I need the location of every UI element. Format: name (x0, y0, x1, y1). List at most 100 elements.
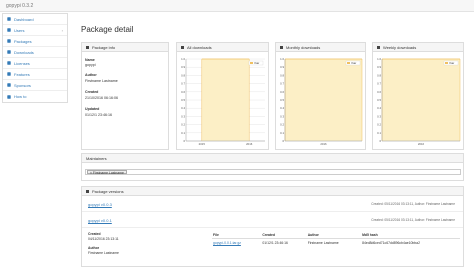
y-tick-label: 0.4 (181, 106, 185, 110)
sidebar-item-sponsors[interactable]: Sponsors (3, 80, 67, 91)
top-navbar: gopypi 0.3.2 (0, 0, 474, 12)
versions-heading: Package versions (92, 188, 124, 194)
monthly-chart-svg: 1.0 0.9 0.8 0.7 0.6 0.5 0.4 0.3 0.2 0.1 0 2016 Year (280, 57, 363, 146)
help-icon (7, 94, 11, 99)
sidebar-item-label: Licenses (14, 60, 30, 66)
sidebar-item-label: Dashboard (14, 16, 34, 22)
brand-label[interactable]: gopypi 0.3.2 (6, 3, 33, 9)
sponsors-icon (7, 83, 11, 87)
monthly-downloads-heading: Monthly downloads (286, 44, 321, 50)
legend-label: Year (254, 61, 259, 65)
sidebar-item-label: Features (14, 71, 30, 77)
detail-created-label: Created (88, 232, 101, 236)
sidebar-item-label: Sponsors (14, 82, 31, 88)
y-tick-label: 0 (379, 139, 381, 143)
y-tick-label: 0 (282, 139, 284, 143)
maintainers-header: Maintainers (82, 154, 463, 163)
chart-icon (181, 45, 184, 49)
author-cell: Firstname Lastname (307, 241, 339, 245)
table-row: gopypi-0.0.1.tar.gz 01/12/1 23:46:16 Fir… (212, 239, 460, 248)
sidebar-item-dashboard[interactable]: Dashboard (3, 14, 67, 25)
sidebar-item-features[interactable]: Features (3, 69, 67, 80)
name-value: gopypi (85, 63, 96, 67)
version-meta: Created: 05/11/2016 03:13:11, Author: Fi… (371, 202, 455, 206)
maintainers-select[interactable]: × Firstname Lastname (85, 169, 461, 175)
y-tick-label: 0.3 (280, 114, 284, 118)
created-value: 21/10/2016 06:16:06 (85, 96, 118, 100)
maintainer-tag[interactable]: × Firstname Lastname (87, 170, 127, 175)
updated-label: Updated (85, 107, 100, 111)
author-label: Author (85, 73, 97, 77)
version-link[interactable]: gopypi v0.0.1 (88, 218, 112, 223)
y-tick-label: 0.7 (181, 82, 185, 86)
y-tick-label: 0.1 (280, 131, 284, 135)
x-tick-label: 2016 (320, 142, 327, 146)
sidebar-item-users[interactable]: Users › (3, 25, 67, 36)
created-label: Created (85, 90, 99, 94)
y-tick-label: 0 (183, 139, 185, 143)
version-row[interactable]: gopypi v0.0.1 Created: 05/11/2016 03:13:… (82, 213, 463, 228)
y-tick-label: 1.0 (377, 57, 381, 61)
legend-label: Year (449, 61, 454, 65)
y-tick-label: 0.7 (280, 82, 284, 86)
version-detail: Created 04/11/2016 23:13:11 Author First… (82, 229, 463, 267)
legend-swatch (445, 62, 448, 64)
author-value: Firstname Lastname (85, 79, 118, 83)
monthly-downloads-panel: Monthly downloads 1.0 0.9 0.8 0.7 0.6 0.5 0.4 0… (275, 42, 366, 150)
detail-created-value: 04/11/2016 23:13:11 (88, 237, 119, 241)
y-tick-label: 0.1 (377, 131, 381, 135)
package-info-heading: Package info (92, 44, 116, 50)
monthly-downloads-header: Monthly downloads (276, 43, 365, 52)
versions-header: Package versions (82, 187, 463, 196)
chevron-right-icon: › (61, 27, 63, 33)
all-downloads-header: All downloads (177, 43, 268, 52)
updated-value: 01/12/1 23:46:16 (85, 113, 112, 117)
y-tick-label: 0.5 (280, 98, 284, 102)
y-tick-label: 0.5 (181, 98, 185, 102)
sidebar-item-label: Downloads (14, 49, 34, 55)
file-download-link[interactable]: gopypi-0.0.1.tar.gz (213, 241, 241, 245)
y-tick-label: 0.6 (280, 90, 284, 94)
y-tick-label: 0.9 (181, 65, 185, 69)
all-chart-svg: 1.0 0.9 0.8 0.7 0.6 0.5 0.4 0.3 0.2 0.1 0 2015 2016 Y… (181, 57, 265, 146)
files-table: File Created Author Md5 hash gopypi-0.0.… (212, 232, 460, 247)
sidebar-item-label: Users (14, 27, 25, 33)
md5-cell: 84ed8d6ced71c67dd896cb4ae10bba2 (362, 241, 420, 245)
legend-swatch (347, 62, 350, 64)
package-info-header: Package info (82, 43, 168, 52)
sidebar-item-downloads[interactable]: Downloads (3, 47, 67, 58)
package-versions-panel: Package versions gopypi v0.0.3 Created: … (81, 186, 464, 267)
sidebar-item-licenses[interactable]: Licenses (3, 58, 67, 69)
all-downloads-chart: 1.0 0.9 0.8 0.7 0.6 0.5 0.4 0.3 0.2 0.1 0 2015 2016 Y… (177, 53, 268, 150)
sidebar-item-label: How to (14, 94, 27, 99)
y-tick-label: 0.6 (377, 90, 381, 94)
name-label: Name (85, 58, 95, 62)
series-area (285, 59, 362, 141)
legend-label: Year (351, 61, 356, 65)
y-tick-label: 0.8 (377, 73, 381, 77)
y-tick-label: 0.2 (181, 123, 185, 127)
info-icon (86, 45, 89, 49)
chart-icon (280, 45, 283, 49)
series-area (382, 59, 460, 141)
all-downloads-panel: All downloads 1.0 0.9 0.8 0.7 0.6 0.5 0.4 0.3 0.… (176, 42, 269, 150)
version-meta: Created: 05/11/2016 03:13:11, Author: Fi… (371, 218, 455, 222)
sidebar-item-packages[interactable]: Packages (3, 36, 67, 47)
sidebar-item-label: Packages (14, 38, 32, 44)
y-tick-label: 0.2 (280, 123, 284, 127)
y-tick-label: 0.6 (181, 90, 185, 94)
y-tick-label: 0.3 (181, 114, 185, 118)
weekly-chart-svg: 1.0 0.9 0.8 0.7 0.6 0.5 0.4 0.3 0.2 0.1 0 2016 Year (377, 57, 461, 146)
version-row[interactable]: gopypi v0.0.3 Created: 05/11/2016 03:13:… (82, 197, 463, 212)
monthly-downloads-chart: 1.0 0.9 0.8 0.7 0.6 0.5 0.4 0.3 0.2 0.1 0 2016 Year (276, 53, 365, 150)
y-tick-label: 0.9 (377, 65, 381, 69)
x-tick-label: 2016 (246, 142, 253, 146)
users-icon (7, 28, 11, 32)
weekly-downloads-chart: 1.0 0.9 0.8 0.7 0.6 0.5 0.4 0.3 0.2 0.1 0 2016 Year (373, 53, 463, 150)
y-tick-label: 0.7 (377, 82, 381, 86)
x-tick-label: 2016 (418, 142, 425, 146)
sidebar-item-how-to[interactable]: How to (3, 91, 67, 102)
weekly-downloads-header: Weekly downloads (373, 43, 463, 52)
package-info-panel: Package info Name gopypi Author Firstnam… (81, 42, 169, 150)
version-link[interactable]: gopypi v0.0.3 (88, 202, 112, 207)
